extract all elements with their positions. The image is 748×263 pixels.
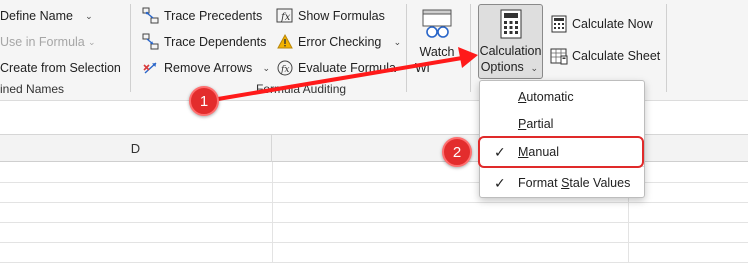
- error-checking-button[interactable]: Error Checking ⌄: [276, 32, 403, 52]
- label-rest: tale Values: [569, 176, 631, 190]
- chevron-down-icon: ⌄: [85, 10, 93, 21]
- checkmark-icon: ✓: [494, 174, 506, 191]
- calculation-options-button[interactable]: Calculation Options ⌄: [478, 4, 543, 79]
- trace-precedents-label: Trace Precedents: [164, 9, 263, 23]
- remove-arrows-label: Remove Arrows: [164, 61, 253, 75]
- trace-dependents-icon: [142, 33, 160, 51]
- watch-window-label-line2: Wi: [415, 61, 430, 75]
- svg-text:fx: fx: [280, 12, 291, 23]
- formula-auditing-group-label: Formula Auditing: [256, 82, 347, 96]
- grid-row-line: [0, 202, 748, 203]
- menu-item-automatic-label: Automatic: [518, 90, 574, 104]
- menu-item-partial[interactable]: Partial: [480, 111, 644, 137]
- evaluate-formula-button[interactable]: fx Evaluate Formula: [276, 58, 396, 78]
- chevron-down-icon: ⌄: [530, 63, 539, 73]
- calculate-sheet-button[interactable]: Calculate Sheet: [550, 46, 660, 66]
- calculate-now-button[interactable]: Calculate Now: [550, 14, 653, 34]
- label-pre: Format: [518, 176, 562, 190]
- create-from-selection-label: Create from Selection: [0, 61, 121, 75]
- define-name-label: Define Name: [0, 9, 73, 23]
- menu-item-format-stale-values[interactable]: ✓ Format Stale Values: [480, 170, 644, 196]
- trace-precedents-icon: [142, 7, 160, 25]
- show-formulas-label: Show Formulas: [298, 9, 385, 23]
- watch-window-button[interactable]: Watch Wi: [412, 8, 462, 76]
- step-badge-2: 2: [442, 137, 472, 167]
- calculator-icon: [499, 9, 523, 43]
- remove-arrows-icon: [142, 59, 160, 77]
- use-in-formula-label: Use in Formula: [0, 35, 85, 49]
- create-from-selection-button[interactable]: Create from Selection: [0, 58, 121, 78]
- evaluate-formula-label: Evaluate Formula: [298, 61, 396, 75]
- grid-row-line: [0, 222, 748, 223]
- label-rest: artial: [526, 117, 554, 131]
- column-header-d[interactable]: D: [0, 135, 272, 162]
- group-separator: [406, 4, 407, 92]
- show-formulas-icon: fx: [276, 7, 294, 25]
- svg-text:fx: fx: [280, 65, 289, 75]
- chevron-down-icon[interactable]: ⌄: [391, 37, 403, 48]
- defined-names-group-label: ined Names: [0, 82, 65, 96]
- group-separator: [130, 4, 131, 92]
- evaluate-formula-icon: fx: [276, 59, 294, 77]
- error-checking-icon: [276, 33, 294, 51]
- calculate-sheet-label: Calculate Sheet: [572, 49, 661, 63]
- label-rest: utomatic: [526, 90, 574, 104]
- calculate-now-label: Calculate Now: [572, 17, 653, 31]
- menu-item-format-stale-values-label: Format Stale Values: [518, 176, 630, 190]
- group-separator: [666, 4, 667, 92]
- chevron-down-icon: ⌄: [87, 36, 96, 47]
- calculation-options-text: Options: [480, 60, 524, 74]
- group-separator: [470, 4, 471, 92]
- trace-dependents-label: Trace Dependents: [164, 35, 267, 49]
- watch-window-label-line1: Watch: [419, 45, 455, 59]
- menu-item-automatic[interactable]: Automatic: [480, 84, 644, 110]
- menu-item-partial-label: Partial: [518, 117, 553, 131]
- calculation-options-label-line1: Calculation: [479, 44, 542, 58]
- chevron-down-icon[interactable]: ⌄: [260, 63, 272, 74]
- grid-column-line: [272, 162, 273, 263]
- column-d-label: D: [130, 141, 141, 156]
- show-formulas-button[interactable]: fx Show Formulas: [276, 6, 385, 26]
- remove-arrows-button[interactable]: Remove Arrows ⌄: [142, 58, 272, 78]
- manual-highlight-box: [478, 136, 644, 168]
- glasses-icon: [421, 8, 453, 44]
- step-badge-1: 1: [189, 86, 219, 116]
- calculation-options-label-line2: Options ⌄: [481, 59, 541, 76]
- grid-row-line: [0, 242, 748, 243]
- calculate-sheet-icon: [550, 47, 568, 65]
- calculator-icon: [550, 15, 568, 33]
- define-name-button[interactable]: Define Name ⌄: [0, 6, 95, 26]
- use-in-formula-button[interactable]: Use in Formula ⌄: [0, 32, 98, 52]
- trace-dependents-button[interactable]: Trace Dependents: [142, 32, 266, 52]
- error-checking-label: Error Checking: [298, 35, 382, 49]
- trace-precedents-button[interactable]: Trace Precedents: [142, 6, 262, 26]
